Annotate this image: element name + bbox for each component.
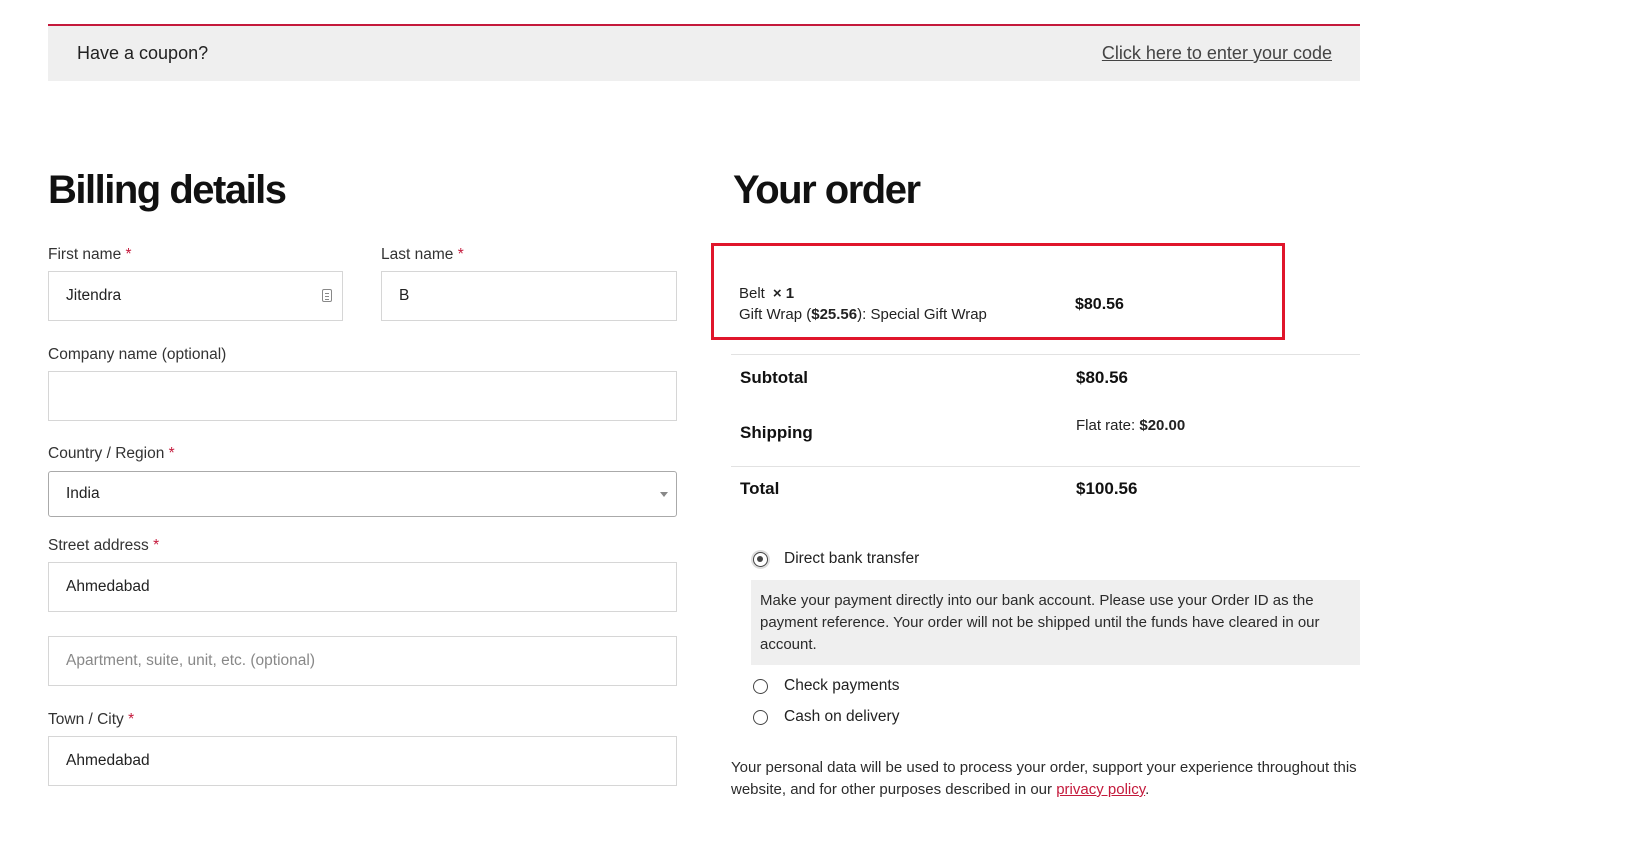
order-item-name: Belt × 1 — [739, 285, 795, 302]
last-name-input[interactable]: B — [381, 271, 677, 321]
country-label: Country / Region * — [48, 445, 175, 462]
company-label: Company name (optional) — [48, 346, 227, 363]
city-label: Town / City * — [48, 711, 135, 728]
bank-transfer-label[interactable]: Direct bank transfer — [784, 550, 919, 568]
chevron-down-icon — [660, 492, 668, 497]
first-name-label: First name * — [48, 246, 132, 263]
enter-coupon-link[interactable]: Click here to enter your code — [1102, 43, 1332, 64]
privacy-policy-link[interactable]: privacy policy — [1056, 781, 1145, 798]
subtotal-value: $80.56 — [1076, 368, 1128, 387]
divider — [731, 354, 1360, 355]
check-payments-label[interactable]: Check payments — [784, 677, 899, 695]
first-name-input[interactable]: Jitendra — [48, 271, 343, 321]
cash-on-delivery-radio[interactable] — [753, 710, 768, 725]
order-item-price: $80.56 — [1075, 296, 1124, 313]
coupon-text: Have a coupon? — [77, 43, 209, 63]
shipping-label: Shipping — [740, 423, 813, 442]
privacy-notice: Your personal data will be used to proce… — [731, 759, 1357, 798]
street-label: Street address * — [48, 537, 160, 554]
coupon-notice: Have a coupon? Click here to enter your … — [48, 24, 1360, 81]
order-item-highlight — [711, 243, 1285, 340]
order-title: Your order — [733, 168, 921, 212]
last-name-label: Last name * — [381, 246, 464, 263]
apartment-input[interactable]: Apartment, suite, unit, etc. (optional) — [48, 636, 677, 686]
city-input[interactable]: Ahmedabad — [48, 736, 677, 786]
subtotal-label: Subtotal — [740, 368, 808, 387]
shipping-value: Flat rate: $20.00 — [1076, 417, 1186, 434]
check-payments-radio[interactable] — [753, 679, 768, 694]
divider — [731, 466, 1360, 467]
street-address-input[interactable]: Ahmedabad — [48, 562, 677, 612]
order-item-addon: Gift Wrap ($25.56): Special Gift Wrap — [739, 306, 987, 323]
cash-on-delivery-label[interactable]: Cash on delivery — [784, 708, 899, 726]
billing-title: Billing details — [48, 168, 287, 212]
bank-transfer-radio[interactable] — [753, 552, 768, 567]
autofill-icon[interactable] — [322, 289, 332, 302]
company-input[interactable] — [48, 371, 677, 421]
total-label: Total — [740, 479, 780, 498]
bank-transfer-description: Make your payment directly into our bank… — [751, 580, 1360, 665]
country-select[interactable]: India — [48, 471, 677, 517]
total-value: $100.56 — [1076, 479, 1138, 498]
